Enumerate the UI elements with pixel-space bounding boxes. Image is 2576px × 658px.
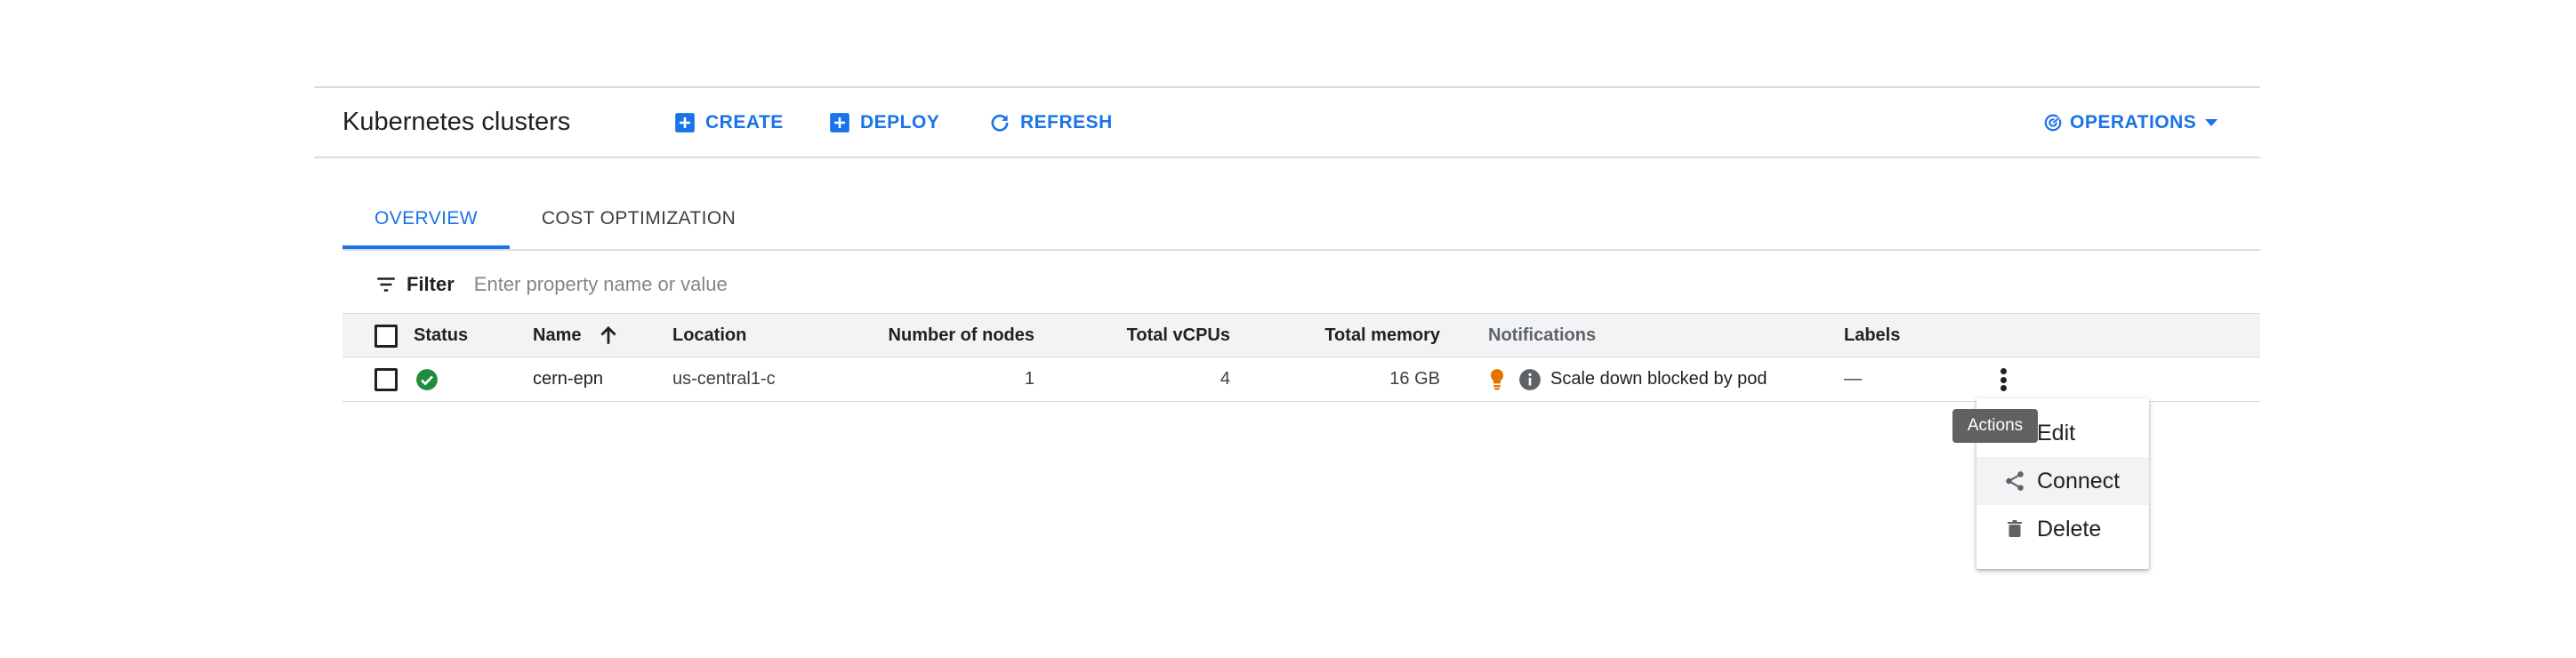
cell-labels: — [1844,369,1862,389]
header-name[interactable]: Name [533,314,581,357]
tab-cost-optimization[interactable]: COST OPTIMIZATION [536,189,741,249]
check-circle-icon [416,369,438,390]
create-label: CREATE [705,111,784,132]
filter-list-icon[interactable] [374,273,398,296]
refresh-button[interactable]: REFRESH [988,88,1113,156]
cell-location: us-central1-c [672,369,776,389]
menu-item-label: Edit [2037,420,2076,445]
menu-item-label: Connect [2037,468,2121,494]
row-checkbox[interactable] [374,368,398,391]
cell-vcpus: 4 [1220,369,1230,389]
cell-memory: 16 GB [1389,369,1440,389]
table-row: cern-epn us-central1-c 1 4 16 GB Scale d… [342,357,2260,402]
refresh-icon [988,111,1011,134]
cell-nodes: 1 [1024,369,1034,389]
connect-icon [2003,469,2026,493]
more-actions-icon[interactable] [1990,365,2017,395]
header-labels: Labels [1844,325,1901,345]
filter-bar: Filter [342,260,2260,309]
add-box-icon [673,111,696,134]
table-header: Status Name Location Number of nodes Tot… [342,313,2260,357]
menu-item-connect[interactable]: Connect [1976,457,2149,505]
select-all-checkbox[interactable] [374,325,398,348]
header-vcpus[interactable]: Total vCPUs [1088,314,1230,357]
filter-input[interactable] [473,273,1275,296]
trash-icon [2003,518,2026,541]
add-box-icon [828,111,851,134]
header-memory[interactable]: Total memory [1275,314,1440,357]
operations-icon [2043,113,2063,132]
deploy-button[interactable]: DEPLOY [828,88,939,156]
header-nodes[interactable]: Number of nodes [841,314,1034,357]
lightbulb-icon[interactable] [1488,368,1506,391]
header-location[interactable]: Location [672,314,746,357]
filter-label: Filter [407,273,455,295]
create-button[interactable]: CREATE [673,88,784,156]
arrow-up-icon[interactable] [597,324,620,347]
page-toolbar: Kubernetes clusters CREATE DEPLOY REFRES… [314,86,2260,158]
operations-label: OPERATIONS [2070,111,2197,132]
cell-notification: Scale down blocked by pod [1550,369,1767,389]
menu-item-label: Delete [2037,516,2102,542]
info-icon[interactable] [1518,368,1542,391]
operations-button[interactable]: OPERATIONS [2043,88,2218,156]
tab-overview[interactable]: OVERVIEW [342,189,510,249]
cluster-name-link[interactable]: cern-epn [533,357,603,400]
refresh-label: REFRESH [1020,111,1113,132]
page-title: Kubernetes clusters [342,108,571,136]
header-status[interactable]: Status [414,314,468,357]
actions-tooltip: Actions [1952,409,2038,443]
deploy-label: DEPLOY [860,111,940,132]
header-notifications: Notifications [1488,325,1597,345]
tab-bar: OVERVIEW COST OPTIMIZATION [342,189,2260,251]
chevron-down-icon [2205,118,2218,126]
menu-item-delete[interactable]: Delete [1976,505,2149,553]
